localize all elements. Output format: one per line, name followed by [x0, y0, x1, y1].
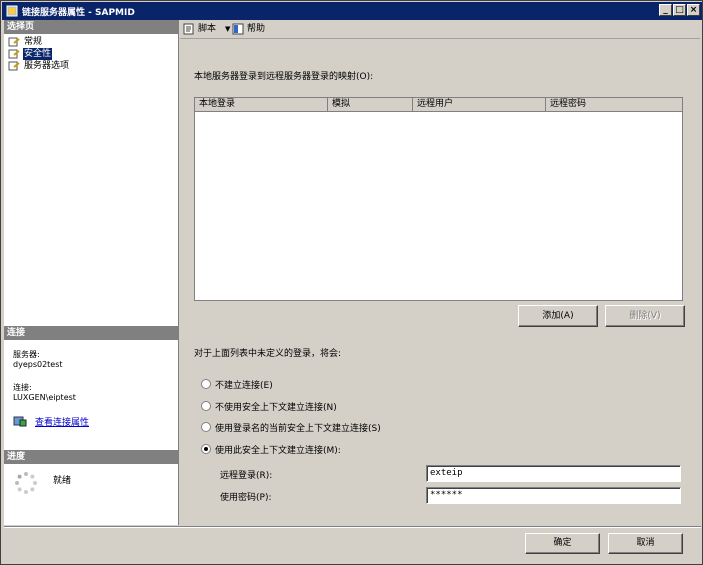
select-page-header: 选择页: [4, 20, 179, 34]
radio-label: 使用此安全上下文建立连接(M):: [215, 446, 341, 456]
remote-login-input[interactable]: exteip: [426, 465, 681, 482]
script-label: 脚本: [198, 24, 217, 34]
progress-spinner-icon: [15, 472, 37, 494]
dialog-window: 链接服务器属性 - SAPMID _ □ × 选择页 常规 安全性 服务器选项 …: [0, 0, 703, 565]
radio-label: 使用登录名的当前安全上下文建立连接(S): [215, 424, 381, 434]
left-pane: 选择页 常规 安全性 服务器选项 连接 服务器: dyeps02test 连接:…: [4, 20, 179, 525]
script-dropdown-button[interactable]: 脚本 ▼: [183, 22, 233, 36]
undefined-logins-label: 对于上面列表中未定义的登录，将会:: [194, 349, 342, 359]
login-mapping-grid[interactable]: 本地登录 模拟 远程用户 远程密码: [194, 97, 683, 301]
nav-item-label: 常规: [24, 37, 43, 47]
radio-label: 不建立连接(E): [215, 381, 273, 391]
toolbar: 脚本 ▼ 帮助: [180, 20, 700, 39]
progress-header: 进度: [4, 450, 179, 464]
cancel-button[interactable]: 取消: [608, 533, 683, 554]
help-button[interactable]: 帮助: [232, 22, 272, 36]
password-input[interactable]: ******: [426, 487, 681, 504]
server-value: dyeps02test: [13, 360, 63, 369]
connection-label: 连接:: [13, 383, 32, 392]
script-icon: [183, 23, 194, 35]
column-header-local-login[interactable]: 本地登录: [195, 98, 328, 112]
view-connection-properties-label: 查看连接属性: [35, 418, 90, 428]
column-header-impersonate[interactable]: 模拟: [328, 98, 413, 112]
password-label: 使用密码(P):: [220, 493, 272, 503]
radio-indicator: [201, 401, 211, 411]
radio-label: 不使用安全上下文建立连接(N): [215, 403, 337, 413]
progress-status: 就绪: [53, 476, 72, 486]
radio-indicator: [201, 379, 211, 389]
maximize-button[interactable]: □: [673, 4, 686, 16]
window-title: 链接服务器属性 - SAPMID: [22, 8, 135, 18]
app-icon: [6, 5, 18, 17]
connection-properties-icon: [13, 416, 27, 427]
ok-button[interactable]: 确定: [525, 533, 600, 554]
remove-button[interactable]: 删除(V): [605, 305, 685, 327]
page-icon: [8, 61, 20, 71]
radio-indicator-selected: [201, 444, 211, 454]
close-button[interactable]: ×: [687, 4, 700, 16]
page-icon: [8, 49, 20, 59]
add-button[interactable]: 添加(A): [518, 305, 598, 327]
chevron-down-icon: ▼: [225, 25, 231, 33]
help-icon: [232, 23, 244, 35]
mapping-label: 本地服务器登录到远程服务器登录的映射(O):: [194, 72, 374, 82]
minimize-button[interactable]: _: [659, 4, 672, 16]
remote-login-label: 远程登录(R):: [220, 471, 273, 481]
nav-item-label: 服务器选项: [24, 61, 70, 71]
nav-item-label: 安全性: [23, 48, 53, 60]
help-label: 帮助: [247, 24, 266, 34]
connection-value: LUXGEN\eiptest: [13, 393, 76, 402]
server-label: 服务器:: [13, 350, 40, 359]
connection-header: 连接: [4, 326, 179, 340]
page-icon: [8, 37, 20, 47]
column-header-remote-user[interactable]: 远程用户: [413, 98, 546, 112]
footer-divider: [4, 526, 701, 528]
column-header-remote-password[interactable]: 远程密码: [546, 98, 682, 112]
title-bar[interactable]: 链接服务器属性 - SAPMID _ □ ×: [2, 2, 702, 20]
radio-indicator: [201, 422, 211, 432]
